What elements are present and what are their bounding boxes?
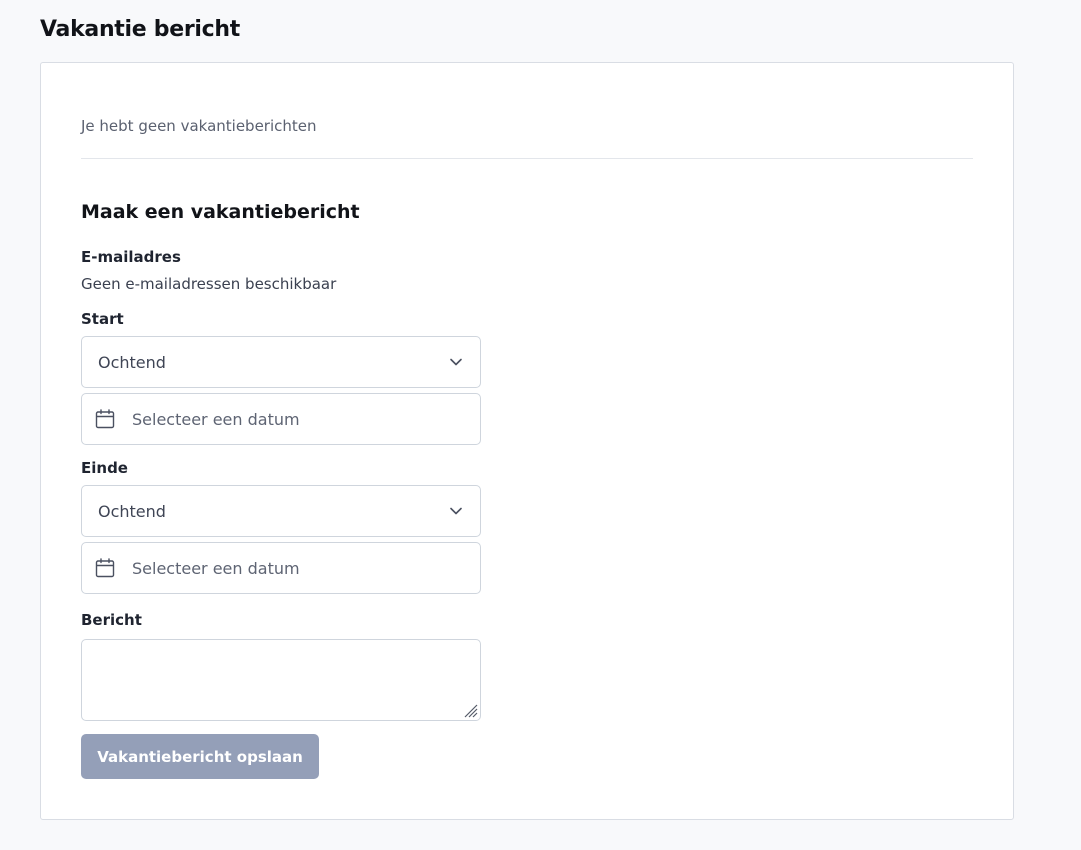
end-date-field[interactable] (81, 542, 481, 594)
start-part-of-day-value: Ochtend (98, 352, 166, 372)
chevron-down-icon (448, 354, 464, 370)
resize-grip-icon[interactable] (462, 702, 478, 718)
start-date-field[interactable] (81, 393, 481, 445)
end-label: Einde (81, 459, 128, 477)
calendar-icon (94, 408, 116, 430)
message-textarea[interactable] (81, 639, 481, 721)
end-part-of-day-value: Ochtend (98, 501, 166, 521)
end-date-input[interactable] (132, 543, 480, 593)
empty-state-text: Je hebt geen vakantieberichten (81, 117, 317, 135)
end-part-of-day-select[interactable]: Ochtend (81, 485, 481, 537)
start-date-input[interactable] (132, 394, 480, 444)
form-title: Maak een vakantiebericht (81, 201, 360, 223)
divider (81, 158, 973, 159)
start-label: Start (81, 310, 124, 328)
start-part-of-day-select[interactable]: Ochtend (81, 336, 481, 388)
email-value: Geen e-mailadressen beschikbaar (81, 275, 337, 293)
message-label: Bericht (81, 611, 142, 629)
calendar-icon (94, 557, 116, 579)
vacation-message-card: Je hebt geen vakantieberichten Maak een … (40, 62, 1014, 820)
chevron-down-icon (448, 503, 464, 519)
email-label: E-mailadres (81, 248, 181, 266)
page-title: Vakantie bericht (40, 17, 240, 42)
save-vacation-message-button[interactable]: Vakantiebericht opslaan (81, 734, 319, 779)
